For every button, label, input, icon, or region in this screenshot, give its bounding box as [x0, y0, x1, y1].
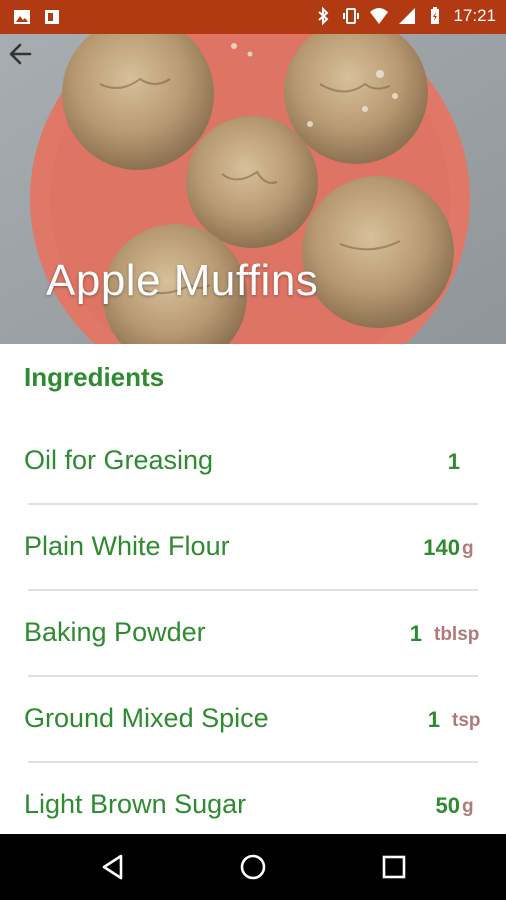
ingredient-name: Baking Powder — [24, 617, 206, 647]
office-icon — [45, 10, 59, 24]
ingredient-name: Light Brown Sugar — [24, 789, 247, 819]
ingredient-name: Oil for Greasing — [24, 445, 214, 475]
ingredient-qty: 140 — [423, 535, 460, 560]
bluetooth-icon — [318, 6, 329, 26]
ingredient-qty: 1 — [447, 449, 460, 474]
ingredient-qty: 1 — [409, 621, 422, 646]
ingredient-row[interactable]: Plain White Flour 140 g — [0, 505, 506, 591]
ingredient-unit: g — [462, 796, 474, 817]
system-nav-bar — [0, 834, 506, 900]
signal-icon — [399, 8, 416, 24]
arrow-back-icon[interactable] — [0, 34, 40, 74]
ingredients-list: Oil for Greasing 1 Plain White Flour 140… — [0, 419, 506, 834]
ingredient-unit: tsp — [452, 710, 481, 731]
recipe-title: Apple Muffins — [46, 256, 319, 305]
ingredient-qty: 50 — [435, 793, 460, 818]
ingredient-row[interactable]: Baking Powder 1 tblsp — [0, 591, 506, 677]
status-left-icons — [12, 7, 62, 27]
status-right-icons: 17:21 — [313, 6, 496, 26]
image-icon — [14, 10, 30, 24]
recipe-content: Ingredients Oil for Greasing 1 Plain Whi… — [0, 344, 506, 834]
ingredient-unit: tblsp — [434, 624, 480, 645]
status-bar: 17:21 — [0, 0, 506, 34]
home-circle-icon[interactable] — [237, 851, 269, 883]
ingredient-unit: g — [462, 538, 474, 559]
ingredient-row[interactable]: Ground Mixed Spice 1 tsp — [0, 677, 506, 763]
wifi-icon — [370, 8, 389, 24]
vibrate-icon — [343, 8, 360, 24]
ingredient-row[interactable]: Oil for Greasing 1 — [0, 419, 506, 505]
ingredient-qty: 1 — [427, 707, 440, 732]
ingredient-row[interactable]: Light Brown Sugar 50 g — [0, 763, 506, 834]
ingredients-heading: Ingredients — [24, 362, 165, 392]
battery-charging-icon — [431, 7, 440, 24]
recents-square-icon[interactable] — [378, 851, 410, 883]
ingredient-name: Ground Mixed Spice — [24, 703, 269, 733]
ingredient-name: Plain White Flour — [24, 531, 230, 561]
back-triangle-icon[interactable] — [97, 851, 129, 883]
status-time: 17:21 — [453, 6, 496, 25]
recipe-hero-image: Apple Muffins — [0, 34, 506, 344]
